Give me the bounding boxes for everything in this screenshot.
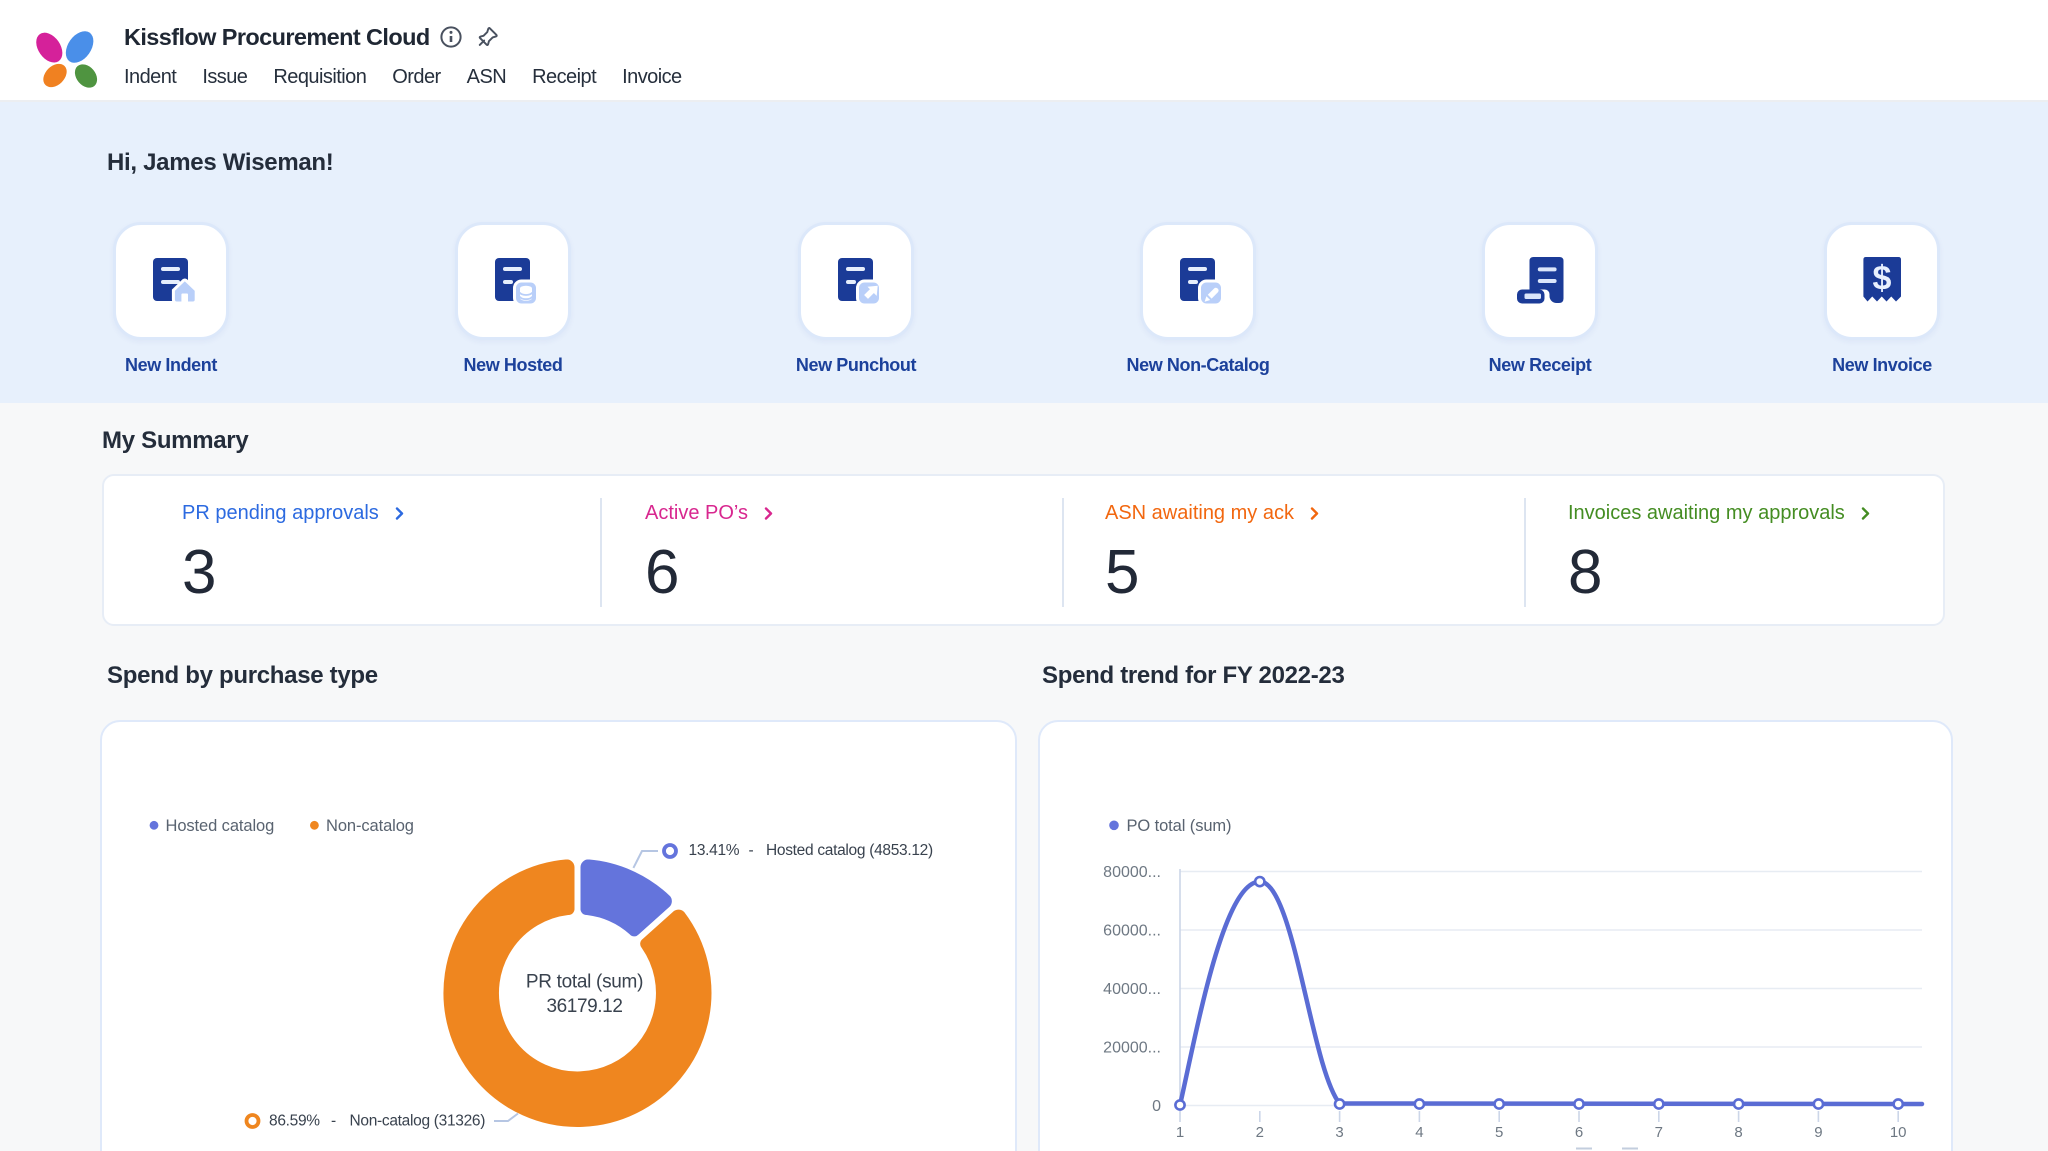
svg-text:9: 9 xyxy=(1814,1124,1822,1141)
svg-text:4: 4 xyxy=(1415,1124,1423,1141)
svg-text:PO total (sum): PO total (sum) xyxy=(1127,817,1232,835)
svg-text:PR total (sum): PR total (sum) xyxy=(526,972,643,993)
svg-text:$: $ xyxy=(1873,260,1892,298)
svg-text:Hosted catalog: Hosted catalog xyxy=(166,817,275,835)
svg-text:3: 3 xyxy=(1335,1124,1343,1141)
svg-text:Non-catalog: Non-catalog xyxy=(326,817,414,835)
svg-text:8: 8 xyxy=(1734,1124,1742,1141)
svg-text:0: 0 xyxy=(1152,1098,1161,1115)
svg-text:Non-catalog (31326): Non-catalog (31326) xyxy=(350,1112,486,1129)
svg-text:1: 1 xyxy=(1176,1124,1184,1141)
svg-text:-: - xyxy=(331,1112,336,1129)
svg-text:13.41%: 13.41% xyxy=(689,842,740,859)
svg-text:40000...: 40000... xyxy=(1103,981,1161,998)
svg-text:20000...: 20000... xyxy=(1103,1040,1161,1057)
svg-text:-: - xyxy=(749,842,754,859)
svg-text:6: 6 xyxy=(1575,1124,1583,1141)
svg-text:5: 5 xyxy=(1495,1124,1503,1141)
svg-text:86.59%: 86.59% xyxy=(269,1112,320,1129)
svg-text:80000...: 80000... xyxy=(1103,864,1161,881)
svg-text:Hosted catalog (4853.12): Hosted catalog (4853.12) xyxy=(766,842,933,859)
svg-text:7: 7 xyxy=(1655,1124,1663,1141)
svg-text:2: 2 xyxy=(1256,1124,1264,1141)
svg-text:36179.12: 36179.12 xyxy=(546,996,622,1017)
svg-text:60000...: 60000... xyxy=(1103,923,1161,940)
svg-text:10: 10 xyxy=(1890,1124,1907,1141)
